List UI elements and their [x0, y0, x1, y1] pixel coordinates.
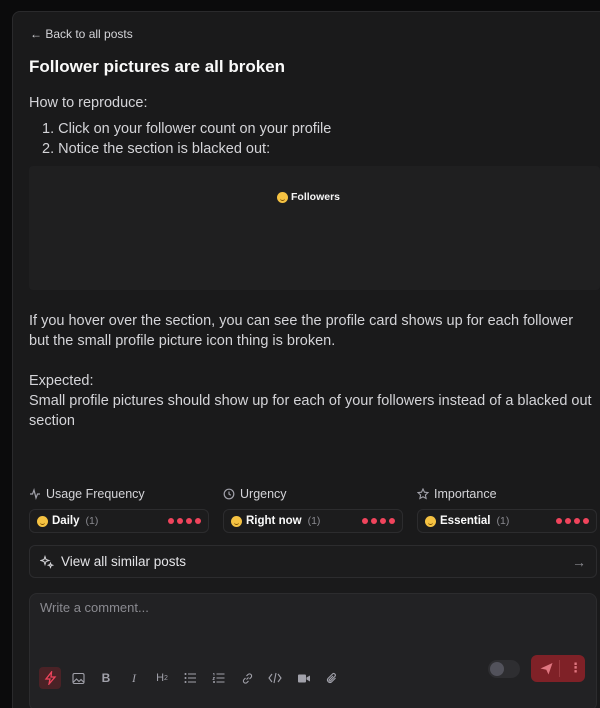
post-title: Follower pictures are all broken — [29, 57, 286, 76]
rating-dot — [380, 518, 386, 524]
urgency-label: Urgency — [240, 487, 287, 501]
eye-icon — [490, 662, 504, 676]
rating-dot — [177, 518, 183, 524]
back-link-label: ← Back to all posts — [30, 27, 133, 41]
repro-step: 2. Notice the section is blacked out: — [42, 141, 271, 157]
more-options-icon[interactable]: ⋮ — [569, 660, 582, 676]
comment-input[interactable] — [40, 600, 440, 615]
followers-label-text: Followers — [291, 191, 341, 203]
paperclip-icon[interactable] — [322, 668, 342, 688]
followers-preview-image — [29, 166, 600, 290]
urgency-rating[interactable]: Right now (1) — [223, 509, 403, 533]
importance-heading: Importance — [417, 487, 497, 501]
star-icon — [417, 488, 429, 500]
rating-dot — [168, 518, 174, 524]
importance-label: Importance — [434, 487, 497, 501]
bullet-list-icon[interactable] — [180, 668, 200, 688]
emoji-icon — [277, 191, 288, 203]
link-icon[interactable] — [237, 668, 257, 688]
code-icon[interactable] — [265, 668, 285, 688]
similar-posts-label: View all similar posts — [61, 554, 187, 569]
send-button[interactable]: ⋮ — [531, 655, 585, 682]
rating-dot — [389, 518, 395, 524]
preview-toggle[interactable] — [488, 660, 520, 678]
italic-icon[interactable]: I — [124, 668, 144, 688]
usage-frequency-rating[interactable]: Daily (1) — [29, 509, 209, 533]
numbered-list-icon[interactable] — [208, 668, 228, 688]
expected-heading: Expected: — [29, 373, 94, 389]
rating-count: (1) — [307, 515, 321, 527]
expected-section: Expected: Small profile pictures should … — [29, 371, 594, 431]
image-icon[interactable] — [68, 668, 88, 688]
lightning-icon[interactable] — [39, 667, 61, 689]
followers-preview-label: Followers — [277, 191, 340, 203]
expected-text: Small profile pictures should show up fo… — [29, 393, 592, 429]
rating-count: (1) — [496, 515, 510, 527]
send-icon — [540, 663, 553, 675]
rating-dot — [186, 518, 192, 524]
emoji-icon — [37, 515, 48, 527]
heading-icon[interactable]: H2 — [152, 668, 172, 688]
usage-frequency-label: Usage Frequency — [46, 487, 145, 501]
repro-steps: 1. Click on your follower count on your … — [42, 119, 331, 159]
pulse-icon — [30, 488, 40, 500]
view-similar-posts-button[interactable]: View all similar posts → — [29, 545, 597, 578]
sparkles-icon — [40, 554, 54, 569]
importance-rating[interactable]: Essential (1) — [417, 509, 597, 533]
usage-frequency-heading: Usage Frequency — [29, 487, 145, 501]
bold-icon[interactable]: B — [96, 668, 116, 688]
rating-value: Essential — [440, 515, 491, 527]
rating-value: Daily — [52, 515, 80, 527]
rating-value: Right now — [246, 515, 302, 527]
back-to-posts-link[interactable]: ← Back to all posts — [30, 27, 133, 41]
rating-dot — [371, 518, 377, 524]
rating-dot — [574, 518, 580, 524]
emoji-icon — [231, 515, 242, 527]
rating-dot — [556, 518, 562, 524]
emoji-icon — [425, 515, 436, 527]
hover-description: If you hover over the section, you can s… — [29, 313, 574, 349]
repro-step: 1. Click on your follower count on your … — [42, 121, 332, 137]
rating-count: (1) — [85, 515, 99, 527]
rating-dots — [168, 518, 201, 524]
rating-dot — [565, 518, 571, 524]
clock-icon — [223, 488, 235, 500]
rating-dots — [362, 518, 395, 524]
send-divider — [559, 660, 560, 677]
arrow-right-icon: → — [572, 553, 586, 570]
rating-dot — [583, 518, 589, 524]
urgency-heading: Urgency — [223, 487, 287, 501]
video-icon[interactable] — [294, 668, 314, 688]
rating-dot — [362, 518, 368, 524]
rating-dot — [195, 518, 201, 524]
rating-dots — [556, 518, 589, 524]
repro-heading: How to reproduce: — [29, 95, 148, 111]
